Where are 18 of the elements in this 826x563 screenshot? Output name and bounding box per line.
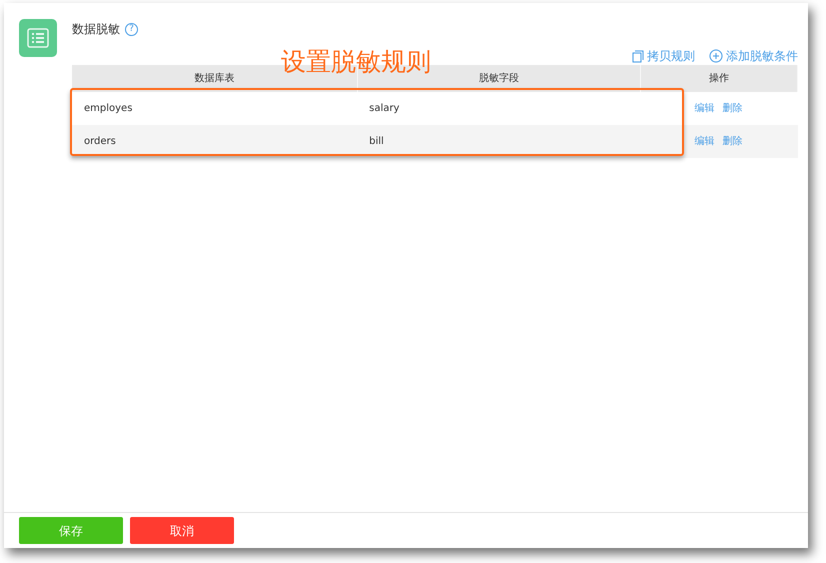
copy-icon <box>632 50 644 62</box>
delete-link[interactable]: 删除 <box>722 136 743 147</box>
table-cell: bill <box>357 125 641 158</box>
copy-rule-link[interactable]: 拷贝规则 <box>632 47 695 65</box>
save-button[interactable]: 保存 <box>19 517 123 544</box>
add-condition-link[interactable]: 添加脱敏条件 <box>709 47 798 65</box>
cancel-button[interactable]: 取消 <box>130 517 234 544</box>
delete-link[interactable]: 删除 <box>722 103 743 114</box>
edit-link[interactable]: 编辑 <box>694 136 715 147</box>
add-icon <box>709 49 723 63</box>
column-header: 操作 <box>640 65 798 92</box>
app-icon <box>19 19 57 57</box>
table-cell: orders <box>72 125 358 158</box>
table-cell: employes <box>72 92 358 125</box>
page-title: 数据脱敏 <box>72 21 120 38</box>
edit-link[interactable]: 编辑 <box>694 103 715 114</box>
help-icon[interactable]: ? <box>125 22 138 36</box>
table-cell: salary <box>357 92 641 125</box>
